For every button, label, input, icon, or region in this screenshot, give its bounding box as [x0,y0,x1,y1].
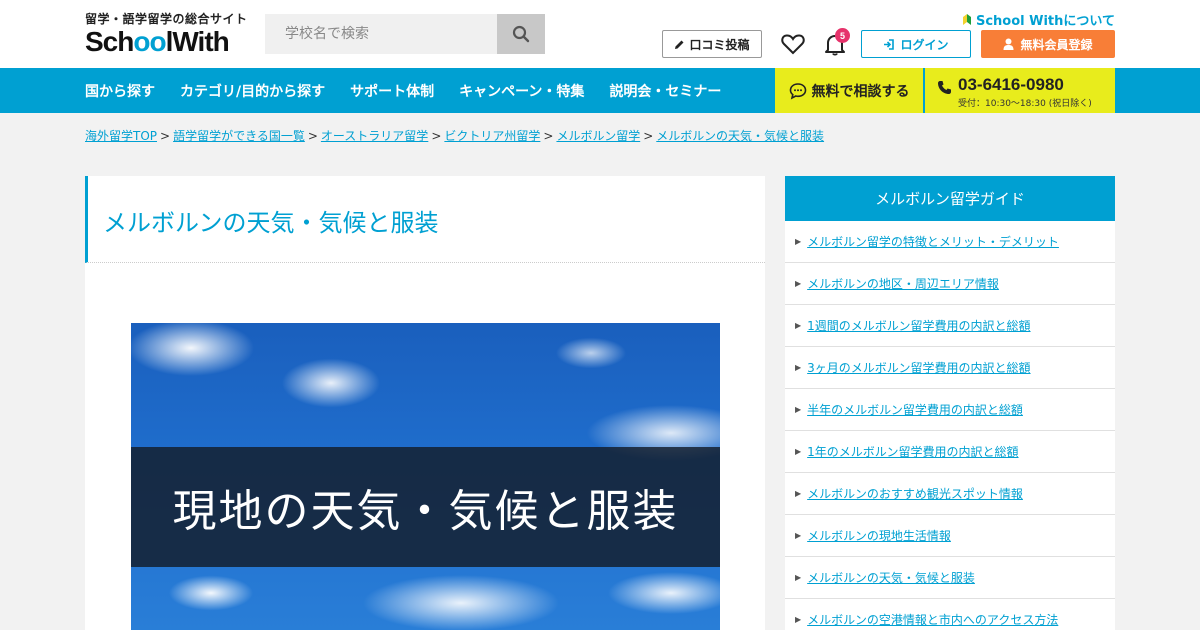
beginner-leaf-icon [962,14,971,25]
breadcrumb-link[interactable]: 語学留学ができる国一覧 [173,129,305,143]
sidebar-item[interactable]: ▶ 1年のメルボルン留学費用の内訳と総額 [785,431,1115,473]
review-post-button[interactable]: 口コミ投稿 [662,30,762,58]
site-logo[interactable]: 留学・語学留学の総合サイト SchoolWith [85,10,250,57]
sidebar-guide: メルボルン留学ガイド ▶ メルボルン留学の特徴とメリット・デメリット ▶ メルボルン… [785,176,1115,630]
nav-item-campaign[interactable]: キャンペーン・特集 [459,81,584,101]
arrow-right-icon: ▶ [795,321,802,330]
site-header: 留学・語学留学の総合サイト SchoolWith School Withについて… [0,0,1200,68]
nav-item-country[interactable]: 国から探す [85,81,155,101]
arrow-right-icon: ▶ [795,237,802,246]
phone-hours: 受付：10:30〜18:30 (祝日除く) [958,99,1092,109]
register-button[interactable]: 無料会員登録 [981,30,1115,58]
breadcrumb: 海外留学TOP > 語学留学ができる国一覧 > オーストラリア留学 > ビクトリア州留学 > メ… [85,129,825,143]
search-input[interactable] [265,14,497,54]
pencil-icon [675,40,684,49]
page-title-box: メルボルンの天気・気候と服装 [85,176,765,263]
arrow-right-icon: ▶ [795,573,802,582]
sidebar-item[interactable]: ▶ 半年のメルボルン留学費用の内訳と総額 [785,389,1115,431]
about-link[interactable]: School Withについて [962,10,1115,29]
arrow-right-icon: ▶ [795,615,802,624]
sidebar-title: メルボルン留学ガイド [785,176,1115,221]
arrow-right-icon: ▶ [795,489,802,498]
arrow-right-icon: ▶ [795,531,802,540]
page-title: メルボルンの天気・気候と服装 [103,209,439,237]
hero-caption: 現地の天気・気候と服装 [172,486,679,537]
sidebar-item[interactable]: ▶ メルボルンの地区・周辺エリア情報 [785,263,1115,305]
chat-bubble-icon [789,82,806,100]
main-content: メルボルンの天気・気候と服装 現地の天気・気候と服装 [85,176,765,630]
breadcrumb-link[interactable]: オーストラリア留学 [321,129,428,143]
breadcrumb-link[interactable]: メルボルン留学 [556,129,640,143]
breadcrumb-current[interactable]: メルボルンの天気・気候と服装 [656,129,824,143]
sidebar-item[interactable]: ▶ メルボルンの現地生活情報 [785,515,1115,557]
sidebar-item[interactable]: ▶ 3ヶ月のメルボルン留学費用の内訳と総額 [785,347,1115,389]
sidebar-item[interactable]: ▶ メルボルン留学の特徴とメリット・デメリット [785,221,1115,263]
search-icon [512,25,530,43]
phone-contact[interactable]: 03-6416-0980 受付：10:30〜18:30 (祝日除く) [925,68,1115,113]
hero-caption-band: 現地の天気・気候と服装 [131,447,720,567]
arrow-right-icon: ▶ [795,447,802,456]
sign-in-icon [884,38,895,50]
login-button[interactable]: ログイン [861,30,971,58]
favorite-heart-icon[interactable] [781,33,805,55]
free-consult-button[interactable]: 無料で相談する [775,68,923,113]
nav-item-support[interactable]: サポート体制 [350,81,434,101]
sidebar-item[interactable]: ▶ 1週間のメルボルン留学費用の内訳と総額 [785,305,1115,347]
logo-wordmark: SchoolWith [85,26,230,57]
phone-icon [938,81,951,94]
notification-count-badge: 5 [835,28,850,43]
user-icon [1003,38,1014,50]
sidebar-item[interactable]: ▶ メルボルンの天気・気候と服装 [785,557,1115,599]
nav-item-seminar[interactable]: 説明会・セミナー [609,81,721,101]
arrow-right-icon: ▶ [795,405,802,414]
nav-item-category[interactable]: カテゴリ/目的から探す [180,81,325,101]
breadcrumb-link[interactable]: 海外留学TOP [85,129,157,143]
sidebar-item[interactable]: ▶ メルボルンの空港情報と市内へのアクセス方法 [785,599,1115,630]
logo-tagline: 留学・語学留学の総合サイト [85,12,248,26]
search-bar [265,14,545,54]
search-button[interactable] [497,14,545,54]
arrow-right-icon: ▶ [795,279,802,288]
hero-image: 現地の天気・気候と服装 [131,323,720,630]
breadcrumb-link[interactable]: ビクトリア州留学 [444,129,540,143]
sidebar-item[interactable]: ▶ メルボルンのおすすめ観光スポット情報 [785,473,1115,515]
arrow-right-icon: ▶ [795,363,802,372]
phone-number: 03-6416-0980 [958,75,1064,94]
